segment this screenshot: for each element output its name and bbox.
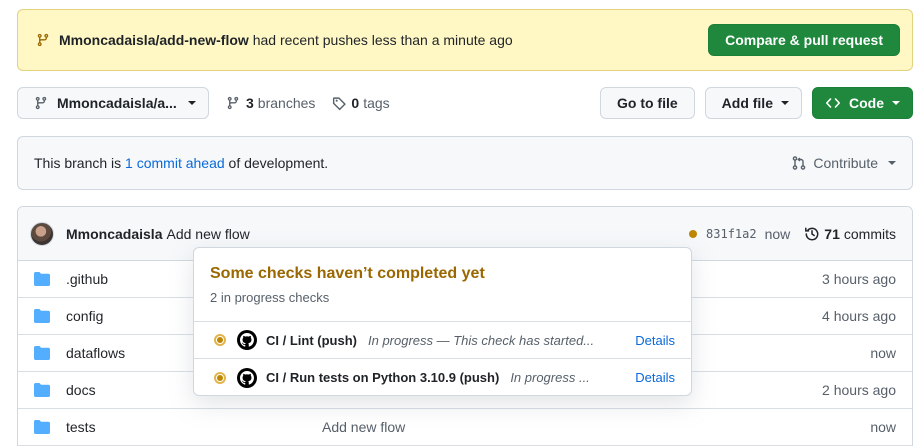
- list-item[interactable]: tests Add new flow now: [18, 409, 912, 446]
- check-name: CI / Run tests on Python 3.10.9 (push): [266, 370, 500, 385]
- history-icon: [804, 226, 820, 242]
- tags-count: 0: [351, 95, 360, 111]
- tags-link[interactable]: 0 tags: [332, 95, 390, 111]
- file-time: 4 hours ago: [822, 308, 896, 324]
- commit-author[interactable]: Mmoncadaisla: [66, 226, 162, 242]
- commits-count: 71: [824, 225, 840, 242]
- code-button[interactable]: Code: [812, 87, 913, 119]
- file-commit-message[interactable]: Add new flow: [322, 419, 870, 435]
- go-to-file-button[interactable]: Go to file: [599, 87, 695, 119]
- git-branch-icon: [36, 33, 50, 47]
- git-branch-icon: [226, 96, 240, 110]
- code-label: Code: [849, 95, 884, 111]
- check-status: In progress ...: [510, 370, 590, 385]
- banner-message: Mmoncadaisla/add-new-flow had recent pus…: [59, 32, 708, 48]
- go-to-file-label: Go to file: [616, 95, 678, 111]
- branch-ahead-box: This branch is 1 commit ahead of develop…: [17, 136, 913, 190]
- check-item: CI / Lint (push) In progress — This chec…: [194, 322, 691, 359]
- commits-label: commits: [843, 225, 896, 242]
- avatar[interactable]: [30, 221, 54, 246]
- in-progress-icon: [214, 334, 226, 346]
- add-file-button[interactable]: Add file: [704, 87, 802, 119]
- recent-push-banner: Mmoncadaisla/add-new-flow had recent pus…: [17, 9, 913, 71]
- folder-icon: [34, 346, 50, 360]
- compare-pull-request-button[interactable]: Compare & pull request: [708, 24, 900, 56]
- chevron-down-icon: [892, 101, 900, 105]
- branches-label: branches: [257, 95, 316, 111]
- branch-selector-label: Mmoncadaisla/a...: [57, 95, 177, 111]
- pending-status-icon[interactable]: [689, 229, 698, 238]
- add-file-label: Add file: [721, 95, 773, 111]
- contribute-button[interactable]: Contribute: [791, 155, 896, 171]
- checks-popover-subtitle: 2 in progress checks: [210, 290, 330, 305]
- banner-branch-name[interactable]: Mmoncadaisla/add-new-flow: [59, 32, 249, 48]
- branch-selector-button[interactable]: Mmoncadaisla/a...: [17, 87, 209, 119]
- check-name: CI / Lint (push): [266, 332, 357, 348]
- commit-sha[interactable]: 831f1a2: [706, 227, 757, 241]
- commit-time: now: [764, 225, 791, 242]
- chevron-down-icon: [888, 161, 896, 165]
- git-pull-request-icon: [791, 155, 807, 171]
- checks-popover-title: Some checks haven’t completed yet: [210, 265, 485, 282]
- chevron-down-icon: [781, 101, 789, 105]
- banner-message-text: had recent pushes less than a minute ago: [248, 32, 513, 48]
- file-time: 2 hours ago: [822, 382, 896, 398]
- branches-count: 3: [246, 95, 254, 111]
- file-time: 3 hours ago: [822, 271, 896, 287]
- folder-icon: [34, 420, 50, 434]
- in-progress-icon: [214, 371, 226, 384]
- file-time: now: [870, 345, 896, 361]
- contribute-label: Contribute: [813, 155, 878, 171]
- github-logo-icon: [237, 330, 257, 350]
- checks-popover-header: Some checks haven’t completed yet 2 in p…: [194, 248, 691, 322]
- file-name[interactable]: tests: [66, 419, 316, 435]
- file-time: now: [870, 419, 896, 435]
- ahead-suffix: of development.: [224, 155, 329, 171]
- commits-history-link[interactable]: 71 commits: [804, 226, 896, 242]
- github-logo-icon: [237, 367, 257, 388]
- commits-ahead-link[interactable]: 1 commit ahead: [125, 155, 225, 171]
- folder-icon: [34, 272, 50, 286]
- ahead-prefix: This branch is: [34, 155, 126, 171]
- check-status: In progress — This check has started...: [367, 332, 595, 348]
- branch-ahead-text: This branch is 1 commit ahead of develop…: [34, 155, 791, 171]
- code-icon: [825, 95, 841, 111]
- check-details-link[interactable]: Details: [635, 370, 675, 385]
- repo-toolbar: Mmoncadaisla/a... 3 branches 0 tags Go t…: [17, 87, 913, 119]
- branches-link[interactable]: 3 branches: [226, 95, 315, 111]
- folder-icon: [34, 309, 50, 323]
- chevron-down-icon: [188, 101, 196, 105]
- commit-message[interactable]: Add new flow: [166, 226, 689, 242]
- checks-popover: Some checks haven’t completed yet 2 in p…: [193, 247, 692, 396]
- folder-icon: [34, 383, 50, 397]
- tag-icon: [332, 96, 347, 111]
- check-details-link[interactable]: Details: [635, 333, 675, 348]
- check-item: CI / Run tests on Python 3.10.9 (push) I…: [194, 359, 691, 396]
- git-branch-icon: [34, 96, 48, 110]
- tags-label: tags: [363, 95, 390, 111]
